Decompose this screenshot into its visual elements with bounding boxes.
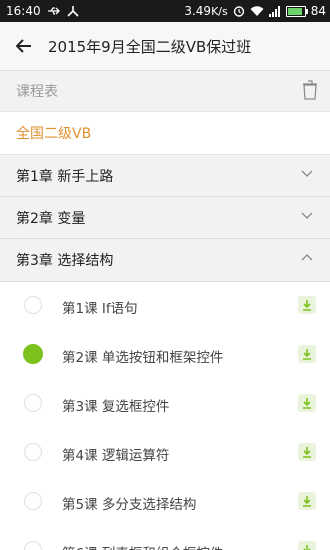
chevron-down-icon [301,170,313,177]
download-icon [303,300,311,311]
download-icon [303,496,311,507]
download-icon [303,545,311,550]
lesson-status-dot [24,541,42,550]
lesson-status-dot [24,443,42,461]
lesson-row[interactable]: 第4课 逻辑运算符 [0,429,330,479]
chapter-2[interactable]: 第2章 变量 [0,197,330,239]
download-icon [303,398,311,409]
lesson-status-dot-active [23,344,43,364]
lesson-label: 第1课 If语句 [62,301,138,317]
lesson-row[interactable]: 第1课 If语句 [0,282,330,332]
download-button[interactable] [298,443,316,461]
schedule-header: 课程表 [0,71,330,112]
download-button[interactable] [298,345,316,363]
chevron-up-icon [301,254,313,261]
wifi-icon [250,5,264,16]
usb-icon [47,7,60,15]
chapter-label: 第3章 选择结构 [16,253,114,269]
course-name: 全国二级VB [16,126,92,142]
usb-debug-icon [67,6,79,17]
battery-icon [285,5,308,17]
status-bar: 16:40 3.49K/s 84 [0,0,330,22]
lesson-label: 第3课 复选框控件 [62,399,170,415]
chapter-3[interactable]: 第3章 选择结构 [0,239,330,282]
lesson-label: 第4课 逻辑运算符 [62,448,170,464]
lesson-row[interactable]: 第3课 复选框控件 [0,380,330,430]
lesson-status-dot [24,394,42,412]
battery-level: 84 [310,4,326,18]
schedule-label: 课程表 [16,84,58,100]
alarm-icon [233,6,244,17]
arrow-left-icon [16,39,31,53]
download-button[interactable] [298,394,316,412]
chapter-label: 第2章 变量 [16,210,86,227]
trash-icon[interactable] [302,80,318,100]
page-title: 2015年9月全国二级VB保过班 [48,37,252,56]
download-button[interactable] [298,296,316,314]
data-speed: 3.49K/s [184,4,228,18]
lesson-label: 第2课 单选按钮和框架控件 [62,350,224,366]
chevron-down-icon [301,212,313,219]
download-button[interactable] [298,492,316,510]
app-bar: 2015年9月全国二级VB保过班 [0,22,330,71]
download-button[interactable] [298,541,316,550]
download-icon [303,349,311,360]
chapter-1[interactable]: 第1章 新手上路 [0,155,330,197]
signal-icon [268,5,280,17]
lesson-status-dot [24,492,42,510]
chapter-label: 第1章 新手上路 [16,168,114,185]
back-button[interactable] [0,22,48,70]
course-row[interactable]: 全国二级VB [0,112,330,155]
lesson-row[interactable]: 第5课 多分支选择结构 [0,478,330,528]
lesson-row[interactable]: 第6课 列表框和组合框控件 [0,527,330,550]
status-time: 16:40 [6,4,41,18]
lesson-status-dot [24,296,42,314]
lesson-row[interactable]: 第2课 单选按钮和框架控件 [0,331,330,381]
lesson-label: 第5课 多分支选择结构 [62,497,197,513]
download-icon [303,447,311,458]
lesson-label: 第6课 列表框和组合框控件 [62,542,223,550]
